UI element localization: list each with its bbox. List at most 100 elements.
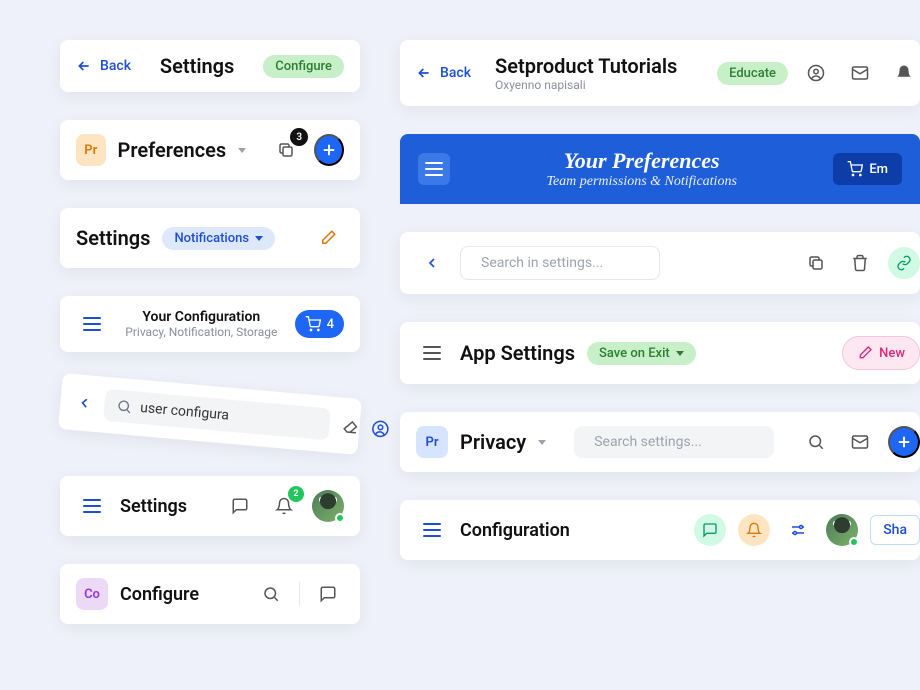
chat-button[interactable] bbox=[312, 578, 344, 610]
search-input[interactable] bbox=[594, 434, 772, 450]
mail-button[interactable] bbox=[844, 426, 876, 458]
hamburger-icon bbox=[83, 317, 101, 331]
trash-icon bbox=[851, 254, 869, 272]
status-dot bbox=[335, 513, 345, 523]
share-button[interactable]: Sha bbox=[870, 515, 920, 545]
eraser-icon bbox=[341, 417, 361, 437]
search-input[interactable] bbox=[481, 255, 659, 271]
avatar-wrapper[interactable] bbox=[312, 490, 344, 522]
bell-button[interactable] bbox=[738, 514, 770, 546]
card-title: Configure bbox=[120, 584, 199, 605]
trash-button[interactable] bbox=[844, 247, 876, 279]
configuration-card: Your Configuration Privacy, Notification… bbox=[60, 296, 360, 352]
chat-icon bbox=[319, 585, 337, 603]
copy-button[interactable] bbox=[800, 247, 832, 279]
search-box[interactable] bbox=[103, 389, 331, 441]
chevron-down-icon bbox=[255, 236, 263, 241]
search-box[interactable] bbox=[460, 246, 660, 280]
settings-back-card: Back Settings Configure bbox=[60, 40, 360, 92]
back-button[interactable] bbox=[75, 386, 94, 419]
link-icon bbox=[896, 255, 912, 271]
settings-notifications-card: Settings Notifications bbox=[60, 208, 360, 268]
configure-button[interactable]: Configure bbox=[263, 55, 344, 78]
search-input[interactable] bbox=[140, 400, 319, 431]
copy-icon bbox=[807, 254, 825, 272]
search-icon bbox=[116, 398, 133, 415]
card-title: Settings bbox=[120, 496, 187, 517]
menu-button[interactable] bbox=[416, 514, 448, 546]
educate-button[interactable]: Educate bbox=[717, 62, 788, 85]
chevron-down-icon bbox=[676, 351, 684, 356]
search-card bbox=[58, 373, 362, 455]
new-button[interactable]: New bbox=[842, 336, 920, 370]
bell-badge: 2 bbox=[288, 486, 304, 502]
chevron-left-icon bbox=[76, 394, 93, 411]
search-box[interactable] bbox=[574, 426, 774, 458]
configuration-card: Configuration Sha bbox=[400, 500, 920, 560]
card-title: Configuration bbox=[460, 520, 570, 541]
divider bbox=[299, 582, 300, 606]
user-circle-icon bbox=[807, 64, 825, 82]
chevron-down-icon[interactable] bbox=[538, 440, 546, 445]
cart-icon bbox=[847, 161, 863, 177]
card-title: Privacy bbox=[460, 430, 526, 454]
back-link[interactable]: Back bbox=[76, 58, 131, 74]
pr-logo: Pr bbox=[416, 426, 448, 458]
chat-button[interactable] bbox=[224, 490, 256, 522]
back-label: Back bbox=[100, 58, 131, 74]
sliders-icon bbox=[789, 521, 807, 539]
chevron-down-icon[interactable] bbox=[238, 148, 246, 153]
search-button[interactable] bbox=[800, 426, 832, 458]
bell-icon bbox=[895, 64, 913, 82]
user-button[interactable] bbox=[800, 57, 832, 89]
bell-wrapper: 2 bbox=[268, 490, 300, 522]
plus-icon bbox=[895, 433, 913, 451]
save-chip[interactable]: Save on Exit bbox=[587, 342, 696, 365]
add-button[interactable] bbox=[888, 426, 920, 458]
card-subtitle: Oxyenno napisali bbox=[495, 78, 677, 92]
chat-button[interactable] bbox=[694, 514, 726, 546]
cart-button[interactable]: 4 bbox=[295, 310, 344, 338]
card-title: Settings bbox=[76, 226, 150, 250]
mail-icon bbox=[851, 433, 869, 451]
bell-icon bbox=[746, 522, 762, 538]
cart-icon bbox=[305, 316, 321, 332]
banner-action-button[interactable]: Em bbox=[833, 153, 902, 185]
link-badge[interactable] bbox=[888, 247, 920, 279]
add-button[interactable] bbox=[314, 134, 344, 166]
privacy-card: Pr Privacy bbox=[400, 412, 920, 472]
avatar-wrapper[interactable] bbox=[826, 514, 858, 546]
notifications-chip[interactable]: Notifications bbox=[162, 227, 275, 250]
mail-icon bbox=[851, 64, 869, 82]
edit-button[interactable] bbox=[312, 222, 344, 254]
eraser-button[interactable] bbox=[340, 410, 361, 443]
menu-button[interactable] bbox=[76, 308, 108, 340]
search-icon bbox=[262, 585, 280, 603]
avatar-button[interactable] bbox=[370, 412, 391, 445]
card-subtitle: Privacy, Notification, Storage bbox=[120, 325, 283, 339]
chevron-left-icon bbox=[424, 255, 440, 271]
pencil-icon bbox=[857, 345, 873, 361]
hamburger-icon bbox=[83, 499, 101, 513]
back-label: Back bbox=[440, 65, 471, 81]
search-button[interactable] bbox=[255, 578, 287, 610]
card-title: App Settings bbox=[460, 341, 575, 365]
back-link[interactable]: Back bbox=[416, 65, 471, 81]
menu-button[interactable] bbox=[418, 153, 450, 185]
settings-icons-card: Settings 2 bbox=[60, 476, 360, 536]
tutorials-card: Back Setproduct Tutorials Oxyenno napisa… bbox=[400, 40, 920, 106]
card-title: Preferences bbox=[118, 138, 227, 162]
bell-button[interactable] bbox=[888, 57, 920, 89]
pencil-icon bbox=[319, 229, 337, 247]
pr-logo: Pr bbox=[76, 134, 106, 166]
plus-icon bbox=[320, 141, 338, 159]
search-settings-card bbox=[400, 232, 920, 294]
copy-badge: 3 bbox=[290, 128, 308, 146]
card-title: Settings bbox=[160, 54, 234, 78]
arrow-left-icon bbox=[76, 58, 92, 74]
mail-button[interactable] bbox=[844, 57, 876, 89]
menu-button[interactable] bbox=[416, 337, 448, 369]
menu-button[interactable] bbox=[76, 490, 108, 522]
back-button[interactable] bbox=[416, 247, 448, 279]
sliders-button[interactable] bbox=[782, 514, 814, 546]
